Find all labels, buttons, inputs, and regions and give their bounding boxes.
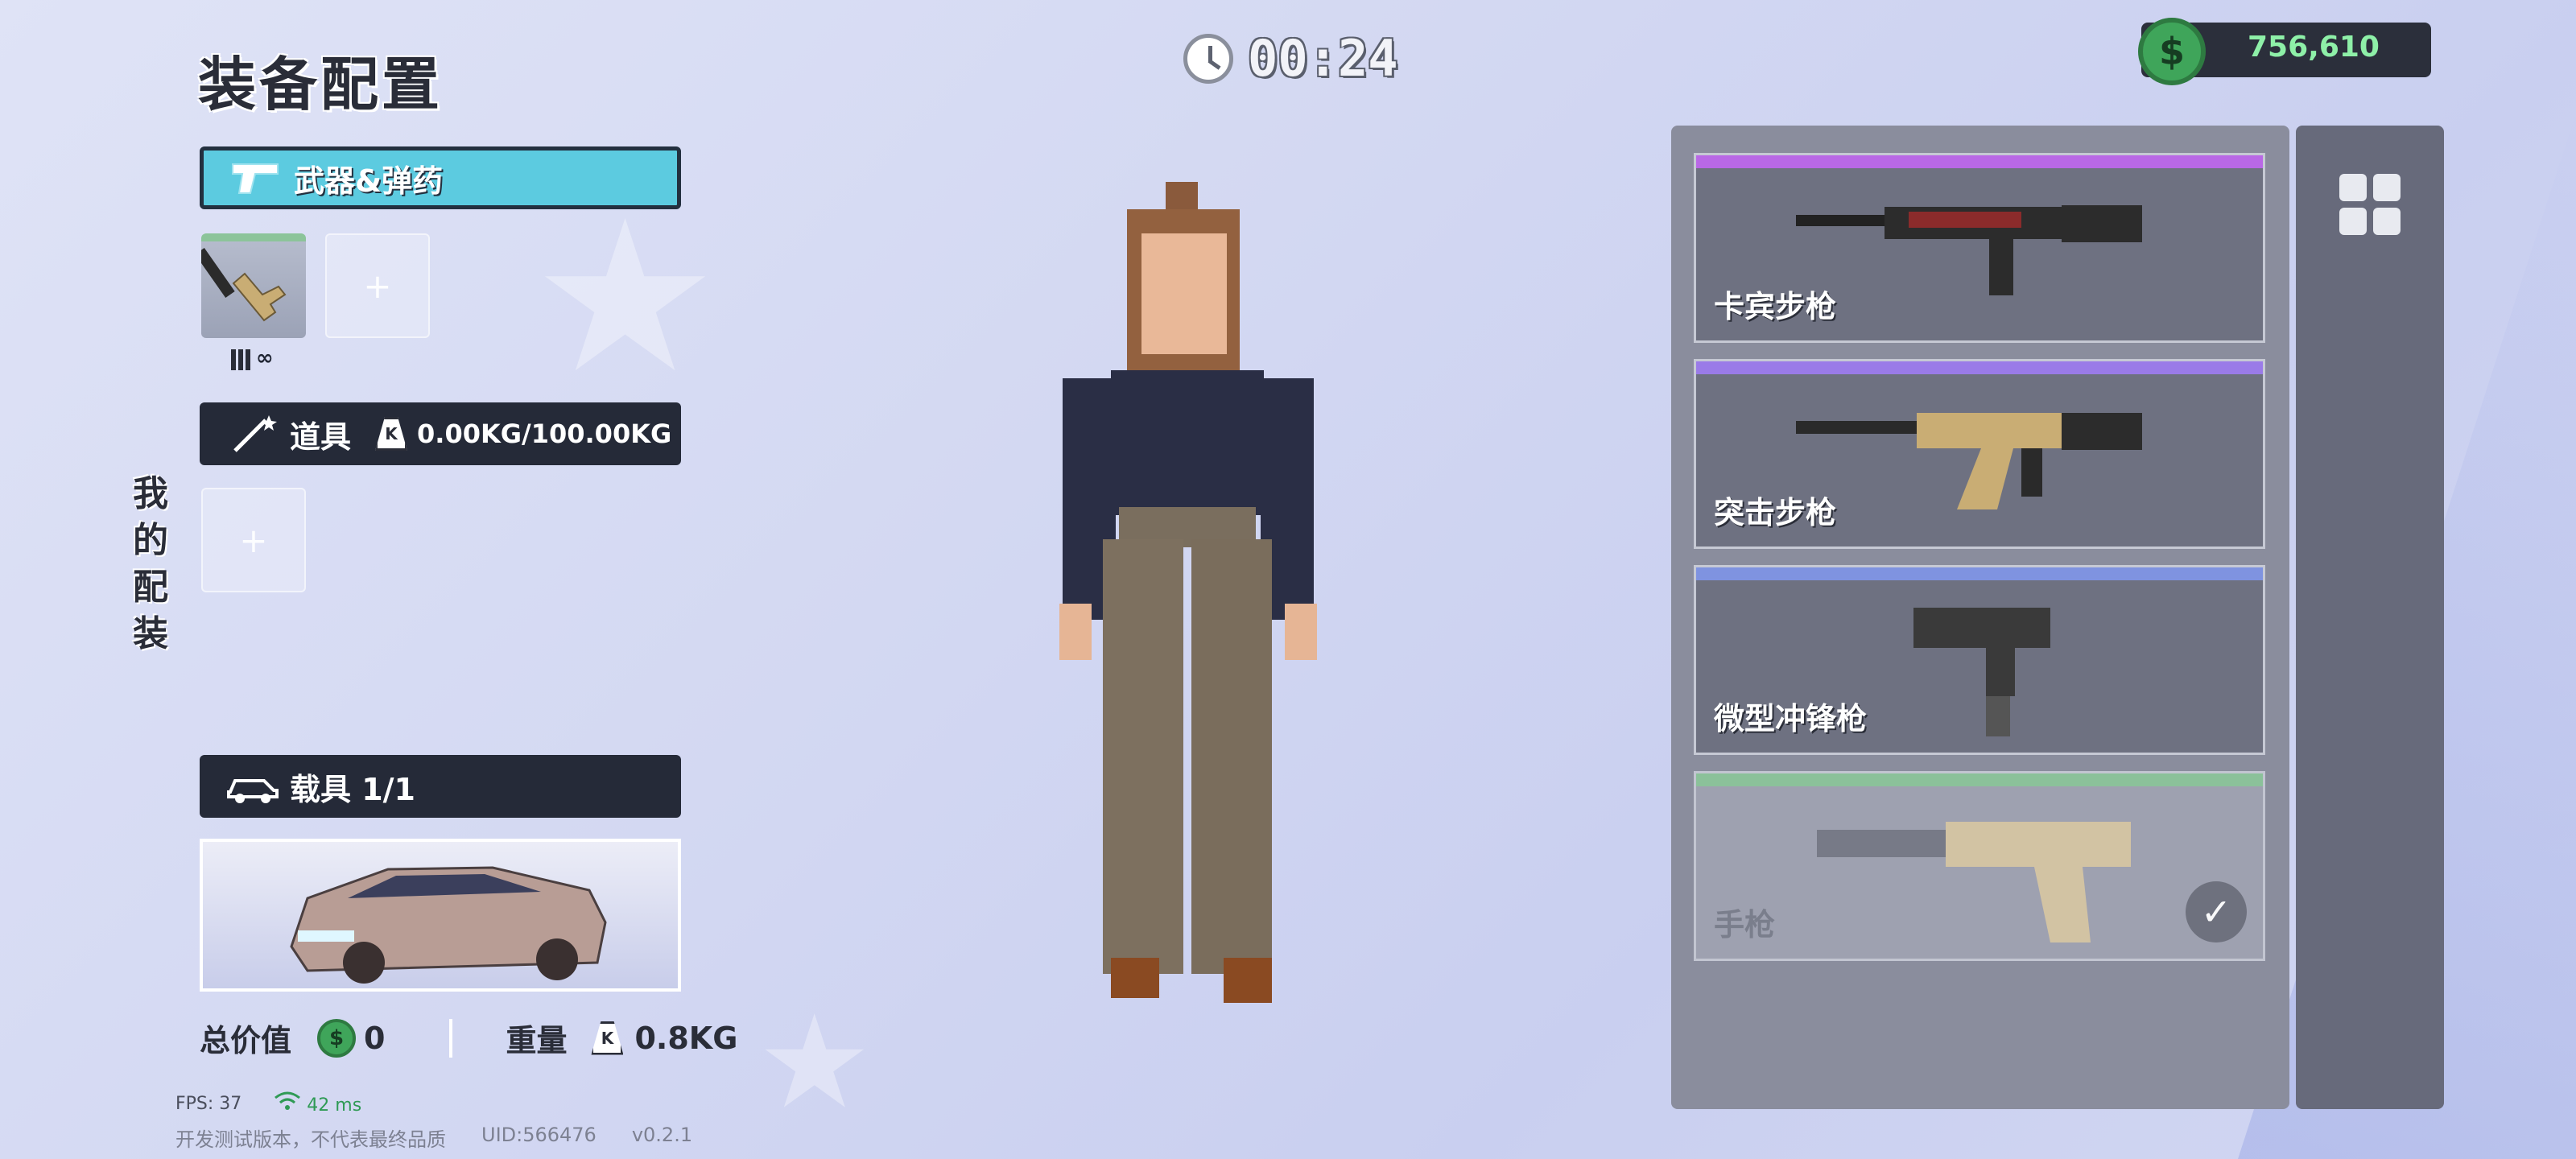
fps-counter: FPS: 37 [175, 1093, 242, 1114]
loadout-char: 的 [133, 520, 168, 561]
sedan-car-image [290, 866, 607, 984]
magic-wand-icon [224, 414, 282, 454]
car-icon [224, 766, 282, 806]
ammo-indicator: ∞ [230, 344, 274, 372]
weapon-name: 卡宾步枪 [1714, 289, 1837, 324]
weight-icon: K [375, 417, 408, 451]
clock-icon [1183, 33, 1233, 84]
loadout-summary: 总价值 $ 0 重量 K 0.8KG [200, 1016, 737, 1060]
weapon-name: 微型冲锋枪 [1714, 701, 1868, 736]
pistol-icon [228, 158, 286, 198]
weapon-card-smg[interactable]: 微型冲锋枪 [1694, 565, 2265, 755]
total-weight: 0.8KG [634, 1020, 738, 1056]
weapons-ammo-tab[interactable]: 武器&弹药 [200, 146, 681, 209]
weapon-slot-empty[interactable]: + [325, 233, 430, 338]
vehicle-tab[interactable]: 载具 1/1 [200, 755, 681, 818]
dollar-coin-icon: $ [2138, 18, 2206, 85]
loadout-char: 我 [133, 473, 168, 514]
add-icon: + [239, 520, 268, 560]
silenced-pistol-icon [195, 247, 287, 322]
dev-note: 开发测试版本，不代表最终品质 UID:566476 v0.2.1 [175, 1124, 692, 1152]
weapon-name: 突击步枪 [1714, 495, 1837, 530]
weapons-ammo-label: 武器&弹药 [294, 163, 444, 199]
micro-smg-icon [1913, 608, 2050, 736]
background-star: ★ [531, 176, 720, 419]
page-title: 装备配置 [198, 51, 444, 118]
total-value-label: 总价值 [200, 1023, 292, 1058]
grid-menu-icon[interactable] [2339, 174, 2401, 235]
uid: UID:566476 [481, 1124, 597, 1146]
background-star: ★ [757, 987, 873, 1137]
vehicle-label: 载具 1/1 [290, 771, 415, 807]
timer-text: 00:24 [1248, 29, 1398, 88]
item-slot-empty[interactable]: + [201, 488, 306, 592]
rarity-stripe [1696, 361, 2263, 374]
add-icon: + [363, 266, 392, 306]
my-loadout-label: 我 的 配 装 [129, 471, 172, 658]
items-weight: 0.00KG/100.00KG [417, 419, 672, 449]
rarity-stripe [1696, 155, 2263, 168]
check-icon: ✓ [2186, 881, 2247, 942]
dollar-coin-icon: $ [317, 1018, 357, 1058]
category-sidebar [2296, 126, 2444, 1109]
perf-stats: FPS: 37 42 ms [175, 1091, 361, 1116]
version: v0.2.1 [631, 1124, 693, 1146]
weapon-name: 手枪 [1714, 907, 1776, 942]
divider [449, 1018, 453, 1058]
carbine-rifle-icon [1796, 205, 2142, 295]
weapon-slot-pistol[interactable] [195, 233, 306, 338]
weight-icon: K [591, 1021, 624, 1055]
ping-value: 42 ms [307, 1095, 362, 1116]
items-tab[interactable]: 道具 K 0.00KG/100.00KG [200, 402, 681, 465]
weapon-card-carbine[interactable]: 卡宾步枪 [1694, 153, 2265, 343]
bullets-icon [231, 349, 250, 370]
wifi-icon [275, 1091, 301, 1110]
currency-amount: 756,610 [2248, 31, 2380, 64]
pistol-icon [1817, 822, 2131, 942]
assault-rifle-icon [1796, 413, 2142, 509]
rarity-stripe [1696, 773, 2263, 786]
dev-disclaimer: 开发测试版本，不代表最终品质 [175, 1128, 446, 1151]
ammo-count: ∞ [256, 346, 274, 370]
vehicle-card[interactable] [200, 839, 681, 992]
loadout-char: 装 [133, 613, 168, 654]
ping-display: 42 ms [274, 1091, 361, 1116]
weapon-card-assault-rifle[interactable]: 突击步枪 [1694, 359, 2265, 549]
loadout-char: 配 [133, 567, 168, 608]
currency-display: $ 756,610 [2138, 18, 2431, 85]
match-timer: 00:24 [1183, 29, 1398, 88]
rarity-stripe [1696, 567, 2263, 580]
weight-label: 重量 [506, 1023, 568, 1058]
character-model[interactable] [1030, 177, 1336, 1030]
weapon-card-pistol[interactable]: 手枪 ✓ [1694, 771, 2265, 961]
total-value: 0 [364, 1020, 386, 1056]
items-label: 道具 [290, 419, 352, 455]
